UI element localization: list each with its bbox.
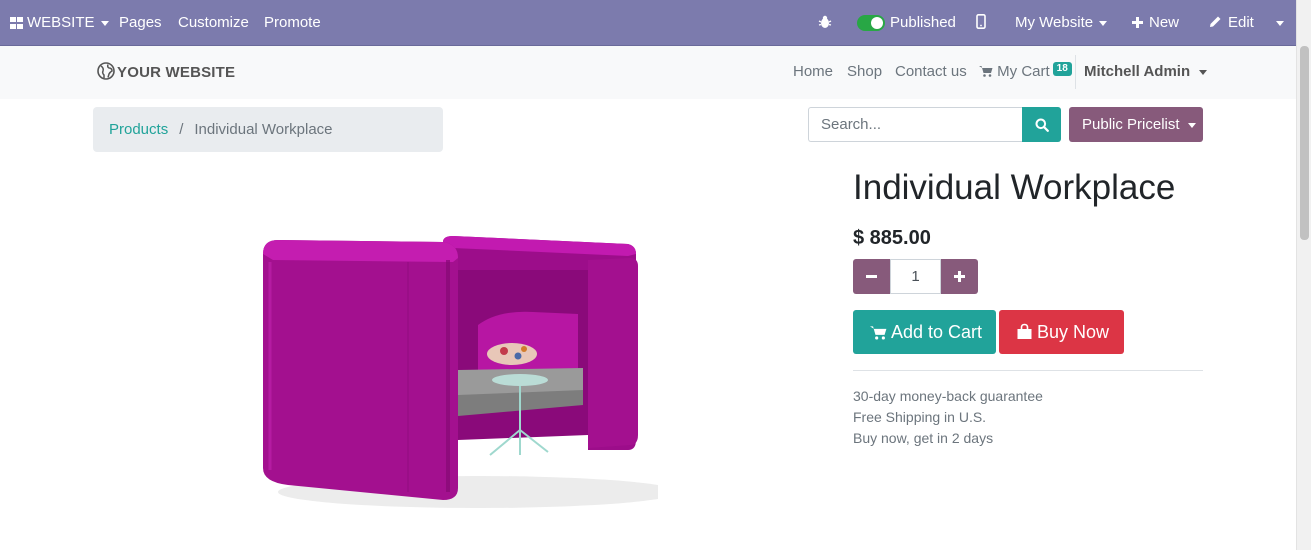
- add-to-cart-button[interactable]: Add to Cart: [853, 310, 996, 354]
- customize-menu[interactable]: Customize: [178, 0, 249, 46]
- apps-icon: [10, 17, 23, 29]
- debug-button[interactable]: [818, 0, 832, 46]
- mobile-icon: [976, 14, 986, 29]
- info-delivery: Buy now, get in 2 days: [853, 430, 994, 446]
- published-toggle[interactable]: [857, 15, 885, 31]
- search-icon: [1035, 118, 1049, 132]
- product-image: [258, 230, 658, 510]
- pricelist-label: Public Pricelist: [1082, 116, 1180, 133]
- site-logo[interactable]: YOUR WEBSITE: [97, 62, 235, 82]
- cart-icon: [870, 326, 887, 340]
- pencil-icon: [1210, 16, 1221, 27]
- cart-count-badge: 18: [1052, 62, 1072, 76]
- quantity-input[interactable]: [890, 259, 941, 294]
- buy-now-label: Buy Now: [1037, 322, 1110, 342]
- product-title: Individual Workplace: [853, 168, 1176, 207]
- product-price: $ 885.00: [853, 227, 931, 249]
- search-button[interactable]: [1022, 107, 1061, 142]
- pricelist-dropdown[interactable]: Public Pricelist: [1069, 107, 1203, 142]
- website-menu-label: WEBSITE: [27, 14, 95, 31]
- divider: [853, 370, 1203, 371]
- globe-icon: [97, 62, 115, 80]
- breadcrumb-separator: /: [179, 121, 184, 138]
- pages-menu[interactable]: Pages: [119, 0, 162, 46]
- buy-now-button[interactable]: Buy Now: [999, 310, 1124, 354]
- add-to-cart-label: Add to Cart: [891, 322, 983, 342]
- new-button[interactable]: New: [1132, 0, 1179, 46]
- nav-divider: [1075, 55, 1076, 89]
- quantity-decrease-button[interactable]: [853, 259, 890, 294]
- chevron-down-icon: [1276, 20, 1284, 26]
- my-website-label: My Website: [1015, 14, 1094, 31]
- website-menu[interactable]: WEBSITE: [10, 0, 109, 46]
- nav-cart[interactable]: My Cart 18: [979, 62, 1072, 82]
- published-label[interactable]: Published: [890, 0, 956, 46]
- promote-menu[interactable]: Promote: [264, 0, 321, 46]
- nav-contact[interactable]: Contact us: [895, 62, 967, 82]
- bug-icon: [818, 15, 832, 28]
- plus-icon: [1132, 17, 1143, 28]
- quantity-increase-button[interactable]: [941, 259, 978, 294]
- nav-home[interactable]: Home: [793, 62, 833, 82]
- user-menu[interactable]: Mitchell Admin: [1084, 62, 1208, 82]
- logo-text: YOUR WEBSITE: [117, 64, 236, 81]
- shopping-bag-icon: [1017, 323, 1032, 339]
- admin-navbar: WEBSITE Pages Customize Promote Publishe…: [0, 0, 1296, 46]
- scrollbar-thumb[interactable]: [1300, 46, 1309, 240]
- search-input[interactable]: [808, 107, 1023, 142]
- new-label: New: [1149, 14, 1180, 31]
- nav-shop[interactable]: Shop: [847, 62, 882, 82]
- info-shipping: Free Shipping in U.S.: [853, 409, 987, 425]
- edit-dropdown-toggle[interactable]: [1276, 0, 1284, 46]
- breadcrumb-products-link[interactable]: Products: [109, 121, 168, 138]
- breadcrumb: Products / Individual Workplace: [93, 107, 443, 152]
- my-website-menu[interactable]: My Website: [1015, 0, 1108, 46]
- page-scrollbar[interactable]: [1296, 0, 1311, 550]
- info-guarantee: 30-day money-back guarantee: [853, 388, 1043, 404]
- cart-icon: [979, 66, 993, 77]
- mobile-preview-button[interactable]: [976, 0, 986, 46]
- user-name: Mitchell Admin: [1084, 63, 1191, 80]
- cart-label: My Cart: [997, 63, 1050, 80]
- breadcrumb-current: Individual Workplace: [194, 121, 333, 138]
- edit-button[interactable]: Edit: [1209, 0, 1254, 46]
- edit-label: Edit: [1228, 14, 1254, 31]
